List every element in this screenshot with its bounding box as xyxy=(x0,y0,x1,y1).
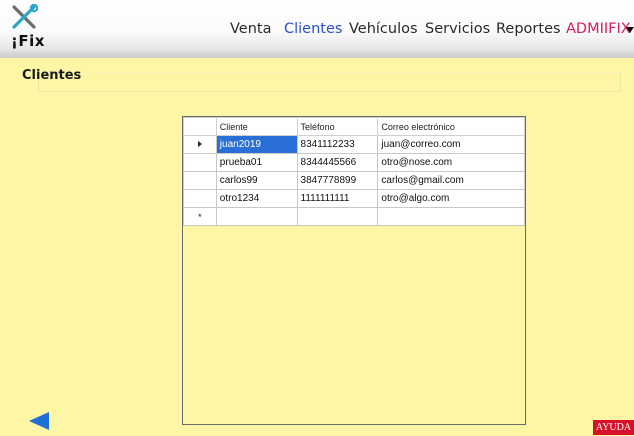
cell-telefono[interactable]: 8341112233 xyxy=(296,135,379,154)
logo-text: ¡Fix xyxy=(11,32,45,50)
page-title: Clientes xyxy=(22,68,82,83)
new-cell-correo[interactable] xyxy=(377,207,525,226)
nav-venta[interactable]: Venta xyxy=(230,21,271,37)
row-header[interactable] xyxy=(183,153,217,172)
cell-telefono[interactable]: 8344445566 xyxy=(296,153,379,172)
title-frame xyxy=(38,72,621,92)
clients-table: Cliente Teléfono Correo electrónico juan… xyxy=(183,117,525,226)
tools-icon xyxy=(12,4,38,29)
new-cell-telefono[interactable] xyxy=(296,207,379,226)
new-row[interactable]: * xyxy=(183,207,525,226)
column-header-telefono[interactable]: Teléfono xyxy=(296,117,379,136)
row-header[interactable] xyxy=(183,135,217,154)
row-header[interactable] xyxy=(183,171,217,190)
back-arrow-icon xyxy=(29,412,49,430)
table-row[interactable]: prueba01 8344445566 otro@nose.com xyxy=(183,153,525,172)
new-row-marker[interactable]: * xyxy=(183,207,217,226)
cell-correo[interactable]: otro@nose.com xyxy=(377,153,525,172)
table-row[interactable]: juan2019 8341112233 juan@correo.com xyxy=(183,135,525,154)
cell-cliente[interactable]: prueba01 xyxy=(215,153,298,172)
cell-cliente[interactable]: carlos99 xyxy=(215,171,298,190)
nav-vehiculos[interactable]: Vehículos xyxy=(349,21,418,37)
cell-telefono[interactable]: 3847778899 xyxy=(296,171,379,190)
column-header-cliente[interactable]: Cliente xyxy=(215,117,298,136)
user-menu[interactable]: ADMIIFIX xyxy=(566,21,631,37)
cell-correo[interactable]: carlos@gmail.com xyxy=(377,171,525,190)
column-header-correo[interactable]: Correo electrónico xyxy=(377,117,525,136)
cell-correo[interactable]: juan@correo.com xyxy=(377,135,525,154)
app-logo: ¡Fix xyxy=(8,4,50,50)
cell-telefono[interactable]: 1111111111 xyxy=(296,189,379,208)
row-header-corner xyxy=(183,117,217,136)
clients-grid[interactable]: Cliente Teléfono Correo electrónico juan… xyxy=(182,116,526,425)
chevron-down-icon[interactable] xyxy=(626,27,634,33)
table-row[interactable]: carlos99 3847778899 carlos@gmail.com xyxy=(183,171,525,190)
back-button[interactable] xyxy=(28,411,50,435)
cell-correo[interactable]: otro@algo.com xyxy=(377,189,525,208)
table-row[interactable]: otro1234 1111111111 otro@algo.com xyxy=(183,189,525,208)
cell-cliente[interactable]: juan2019 xyxy=(215,135,298,154)
cell-cliente[interactable]: otro1234 xyxy=(215,189,298,208)
nav-clientes[interactable]: Clientes xyxy=(284,21,342,37)
new-cell-cliente[interactable] xyxy=(215,207,298,226)
nav-reportes[interactable]: Reportes xyxy=(496,21,561,37)
help-button[interactable]: AYUDA xyxy=(593,420,634,435)
table-header-row: Cliente Teléfono Correo electrónico xyxy=(183,117,525,136)
row-header[interactable] xyxy=(183,189,217,208)
row-pointer-icon xyxy=(197,141,202,147)
nav-servicios[interactable]: Servicios xyxy=(425,21,490,37)
top-bar: ¡Fix Venta Clientes Vehículos Servicios … xyxy=(0,0,634,58)
